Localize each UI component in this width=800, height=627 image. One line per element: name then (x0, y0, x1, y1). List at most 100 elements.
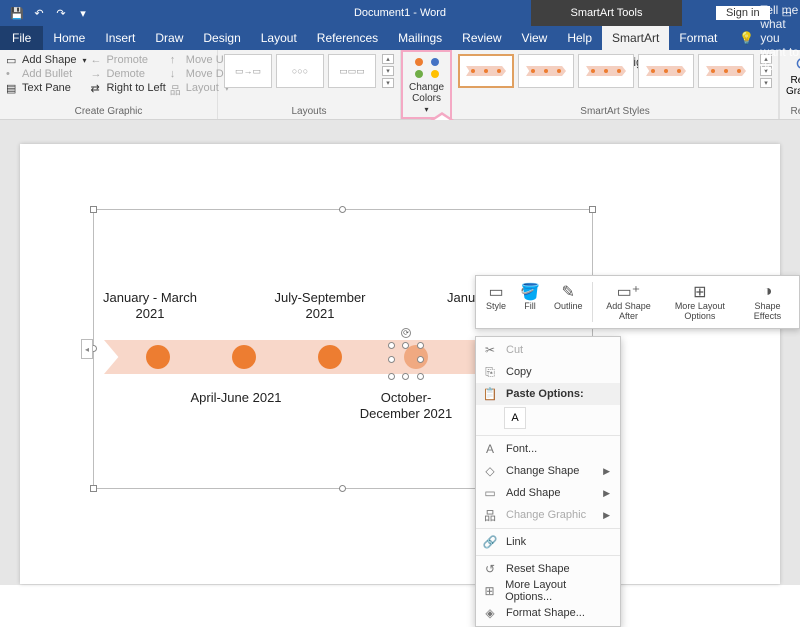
tab-review[interactable]: Review (452, 26, 511, 50)
tab-mailings[interactable]: Mailings (388, 26, 452, 50)
copy-icon: ⎘ (482, 365, 498, 380)
resize-handle[interactable] (402, 342, 409, 349)
page[interactable]: ◂ ⟳ January - March 2021 July-September … (20, 144, 780, 584)
tab-draw[interactable]: Draw (145, 26, 193, 50)
styles-more-icon[interactable]: ▾ (760, 78, 772, 88)
mini-outline-button[interactable]: ✎Outline (548, 280, 589, 324)
tab-file[interactable]: File (0, 26, 43, 50)
timeline-label[interactable]: January - March 2021 (100, 290, 200, 321)
mini-add-shape-after-button[interactable]: ▭⁺Add Shape After (597, 280, 659, 324)
shape-selection-handles: ⟳ (388, 334, 424, 380)
color-swatch-icon (413, 56, 441, 80)
mini-style-button[interactable]: ▭Style (480, 280, 512, 324)
context-menu: ✂Cut ⎘Copy 📋Paste Options: A AFont... ◇C… (475, 336, 621, 627)
timeline-dot[interactable] (318, 345, 342, 369)
group-layouts: ▭→▭ ○○○ ▭▭▭ ▴ ▾ ▾ Layouts (218, 50, 401, 119)
redo-icon[interactable]: ↷ (52, 4, 70, 22)
tab-smartart-design[interactable]: SmartArt Design (602, 26, 669, 50)
add-bullet-button: •Add Bullet (6, 68, 86, 80)
fill-icon: 🪣 (520, 282, 540, 302)
mini-more-layout-button[interactable]: ⊞More Layout Options (662, 280, 738, 324)
tell-me-label: Tell me what you want to do (760, 3, 800, 73)
text-pane-button[interactable]: ▤Text Pane (6, 82, 86, 94)
qat-dropdown-icon[interactable]: ▾ (74, 4, 92, 22)
resize-handle[interactable] (339, 485, 346, 492)
layout-thumb-3[interactable]: ▭▭▭ (328, 54, 376, 88)
resize-handle[interactable] (90, 206, 97, 213)
ribbon-tabs: File Home Insert Draw Design Layout Refe… (0, 26, 800, 50)
ctx-paste-row: A (476, 405, 620, 433)
ctx-change-graphic: 品Change Graphic▶ (476, 504, 620, 526)
tab-help[interactable]: Help (557, 26, 602, 50)
add-shape-icon: ▭⁺ (617, 282, 641, 302)
resize-handle[interactable] (417, 356, 424, 363)
timeline-label[interactable]: October-December 2021 (356, 390, 456, 421)
style-thumb-3[interactable] (578, 54, 634, 88)
outline-icon: ✎ (562, 282, 575, 302)
contextual-tab-label: SmartArt Tools (531, 0, 682, 26)
resize-handle[interactable] (90, 485, 97, 492)
change-colors-button[interactable]: ChangeColors ▾ (401, 50, 452, 119)
timeline-dot[interactable] (146, 345, 170, 369)
group-label-reset: Reset (786, 104, 800, 119)
style-icon: ▭ (488, 282, 503, 302)
ctx-add-shape[interactable]: ▭Add Shape▶ (476, 482, 620, 504)
layout-options-icon: ⊞ (482, 584, 497, 598)
resize-handle[interactable] (388, 373, 395, 380)
tab-layout[interactable]: Layout (251, 26, 307, 50)
resize-handle[interactable] (417, 342, 424, 349)
tab-format[interactable]: Format (669, 26, 727, 50)
ctx-format-shape[interactable]: ◈Format Shape... (476, 602, 620, 624)
style-thumb-2[interactable] (518, 54, 574, 88)
layouts-more-icon[interactable]: ▾ (382, 78, 394, 88)
add-shape-button[interactable]: ▭Add Shape▾ (6, 54, 86, 66)
undo-icon[interactable]: ↶ (30, 4, 48, 22)
timeline-dot[interactable] (232, 345, 256, 369)
effects-icon: ◑ (763, 282, 773, 302)
resize-handle[interactable] (417, 373, 424, 380)
format-shape-icon: ◈ (482, 606, 498, 620)
submenu-arrow-icon: ▶ (603, 510, 610, 521)
tab-insert[interactable]: Insert (95, 26, 145, 50)
resize-handle[interactable] (339, 206, 346, 213)
ctx-font[interactable]: AFont... (476, 438, 620, 460)
ctx-change-shape[interactable]: ◇Change Shape▶ (476, 460, 620, 482)
layout-thumb-2[interactable]: ○○○ (276, 54, 324, 88)
resize-handle[interactable] (402, 373, 409, 380)
layout-thumb-1[interactable]: ▭→▭ (224, 54, 272, 88)
timeline-label[interactable]: July-September 2021 (270, 290, 370, 321)
mini-toolbar: ▭Style 🪣Fill ✎Outline ▭⁺Add Shape After … (475, 275, 800, 329)
ctx-paste-options-header: 📋Paste Options: (476, 383, 620, 405)
tab-design[interactable]: Design (193, 26, 250, 50)
promote-button: ←Promote (90, 54, 165, 66)
group-label-styles: SmartArt Styles (458, 104, 772, 119)
tell-me[interactable]: 💡 Tell me what you want to do (727, 3, 800, 73)
right-to-left-button[interactable]: ⇄Right to Left (90, 82, 165, 94)
tab-view[interactable]: View (512, 26, 558, 50)
resize-handle[interactable] (388, 342, 395, 349)
style-thumb-4[interactable] (638, 54, 694, 88)
paste-icon: 📋 (482, 387, 498, 401)
resize-handle[interactable] (388, 356, 395, 363)
mini-fill-button[interactable]: 🪣Fill (514, 280, 546, 324)
timeline-label[interactable]: April-June 2021 (186, 390, 286, 406)
ctx-cut: ✂Cut (476, 339, 620, 361)
mini-shape-effects-button[interactable]: ◑Shape Effects (740, 280, 795, 324)
tab-home[interactable]: Home (43, 26, 95, 50)
text-pane-toggle[interactable]: ◂ (81, 339, 93, 359)
style-thumb-1[interactable] (458, 54, 514, 88)
tab-references[interactable]: References (307, 26, 388, 50)
save-icon[interactable]: 💾 (8, 4, 26, 22)
resize-handle[interactable] (589, 206, 596, 213)
link-icon: 🔗 (482, 535, 498, 549)
ctx-more-layout-options[interactable]: ⊞More Layout Options... (476, 580, 620, 602)
layouts-scroll-up-icon[interactable]: ▴ (382, 54, 394, 64)
ctx-reset-shape[interactable]: ↺Reset Shape (476, 558, 620, 580)
document-title: Document1 - Word (354, 7, 446, 19)
layouts-scroll-down-icon[interactable]: ▾ (382, 66, 394, 76)
paste-text-only-button[interactable]: A (504, 407, 526, 429)
change-graphic-icon: 品 (482, 507, 498, 524)
rotate-handle-icon[interactable]: ⟳ (401, 328, 411, 338)
ctx-link[interactable]: 🔗Link (476, 531, 620, 553)
ctx-copy[interactable]: ⎘Copy (476, 361, 620, 383)
